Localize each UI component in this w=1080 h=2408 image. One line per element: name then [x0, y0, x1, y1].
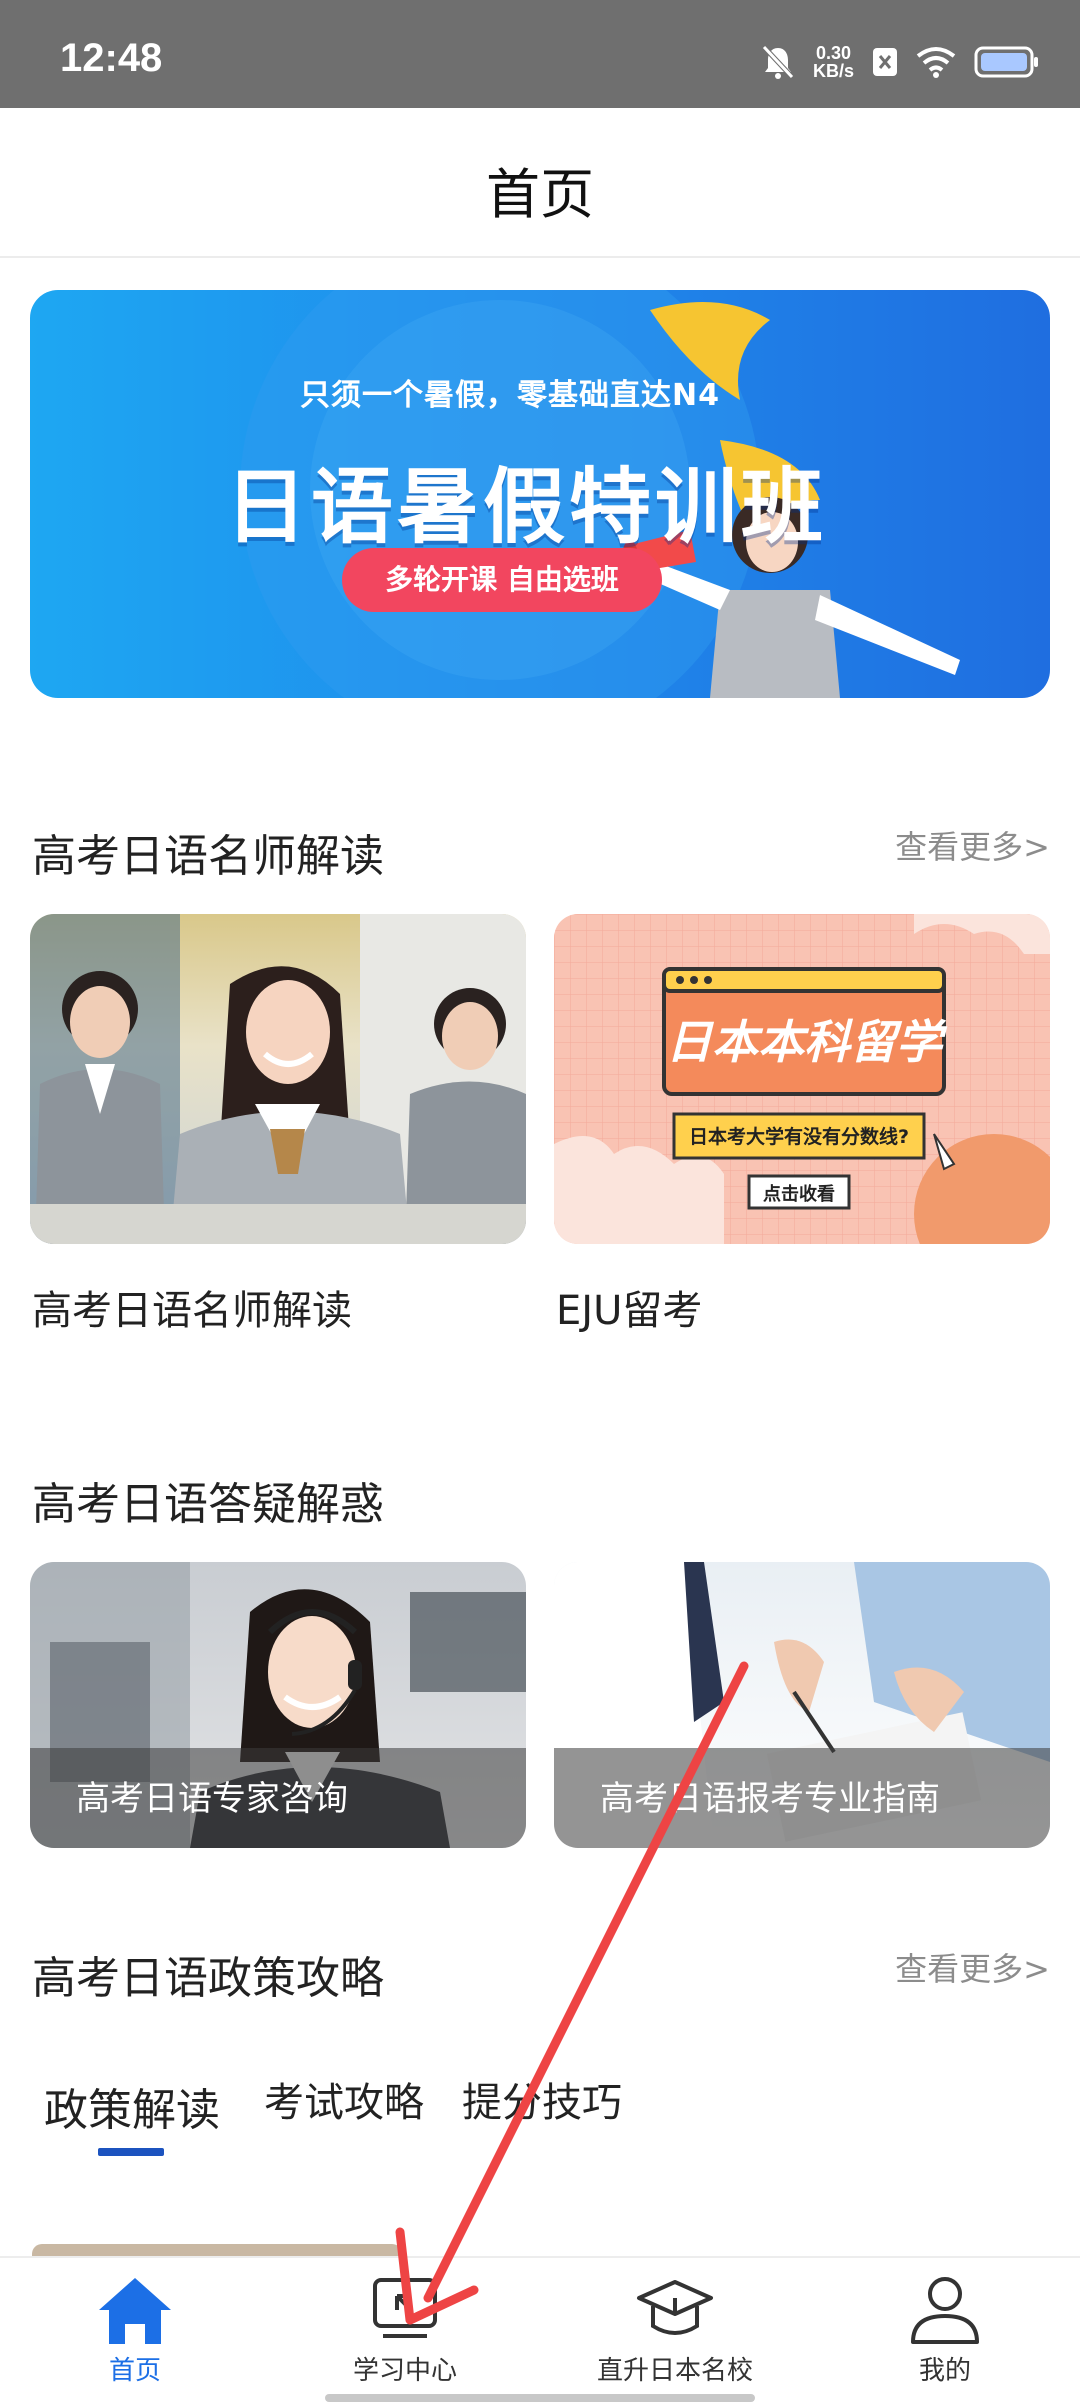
nav-profile-label: 我的	[918, 2356, 971, 2386]
eju-poster-question: 日本考大学有没有分数线?	[688, 1126, 910, 1148]
nav-top-schools-label: 直升日本名校	[596, 2356, 753, 2386]
more-link-policy[interactable]: 查看更多>	[895, 1944, 1050, 1990]
battery-icon	[974, 46, 1038, 78]
page-header: 首页	[0, 108, 1080, 258]
status-bar: 12:48 0.30 KB/s	[0, 0, 1080, 108]
home-indicator	[325, 2394, 755, 2402]
card-teachers-caption: 高考日语名师解读	[32, 1288, 352, 1334]
page-title: 首页	[486, 163, 594, 226]
section-title-qa: 高考日语答疑解惑	[32, 1479, 384, 1530]
promo-banner[interactable]: 只须一个暑假，零基础直达N4 日语暑假特训班 多轮开课 自由选班	[30, 290, 1050, 698]
tab-policy-reading[interactable]: 政策解读	[44, 2074, 220, 2138]
banner-subtitle: 只须一个暑假，零基础直达N4	[300, 378, 720, 413]
students-photo	[30, 914, 526, 1244]
eju-poster-button: 点击收看	[763, 1184, 835, 1205]
section-title-teachers: 高考日语名师解读	[32, 831, 384, 882]
eju-poster-title: 日本本科留学	[666, 1015, 942, 1069]
tab-indicator	[98, 2148, 164, 2156]
monitor-icon	[373, 2278, 437, 2338]
mute-bell-icon	[762, 45, 794, 79]
status-icons: 0.30 KB/s	[761, 40, 1040, 84]
network-speed-unit: KB/s	[812, 61, 854, 81]
network-speed: 0.30 KB/s	[813, 44, 854, 80]
tab-score-tips[interactable]: 提分技巧	[462, 2070, 622, 2128]
user-icon	[911, 2277, 979, 2344]
card-guide-caption: 高考日语报考专业指南	[600, 1779, 940, 1819]
card-consult-caption: 高考日语专家咨询	[76, 1779, 348, 1819]
card-guide[interactable]: 高考日语报考专业指南	[554, 1562, 1050, 1848]
network-speed-value: 0.30	[815, 43, 852, 63]
sim-off-icon	[873, 48, 897, 76]
card-eju-caption: EJU留考	[556, 1288, 703, 1334]
nav-top-schools[interactable]: 直升日本名校	[540, 2258, 810, 2398]
bottom-nav: 首页 学习中心 直升日本名校 我的	[0, 2256, 1080, 2408]
nav-study-center-label: 学习中心	[352, 2356, 457, 2386]
card-eju-image[interactable]: 日本本科留学 日本考大学有没有分数线? 点击收看	[554, 914, 1050, 1244]
card-consult[interactable]: 高考日语专家咨询	[30, 1562, 526, 1848]
tab-exam-strategy[interactable]: 考试攻略	[264, 2070, 424, 2128]
nav-study-center[interactable]: 学习中心	[270, 2258, 540, 2398]
banner-pill: 多轮开课 自由选班	[342, 548, 662, 612]
graduation-cap-icon	[637, 2280, 713, 2335]
banner-title: 日语暑假特训班	[225, 460, 828, 555]
more-link-teachers[interactable]: 查看更多>	[895, 822, 1050, 868]
home-icon	[99, 2278, 171, 2344]
nav-profile[interactable]: 我的	[810, 2258, 1080, 2398]
status-time: 12:48	[60, 36, 163, 80]
wifi-icon	[916, 47, 956, 78]
section-title-policy: 高考日语政策攻略	[32, 1953, 384, 2004]
nav-home[interactable]: 首页	[0, 2258, 270, 2398]
nav-home-label: 首页	[108, 2356, 161, 2386]
card-teachers-image[interactable]	[30, 914, 526, 1244]
